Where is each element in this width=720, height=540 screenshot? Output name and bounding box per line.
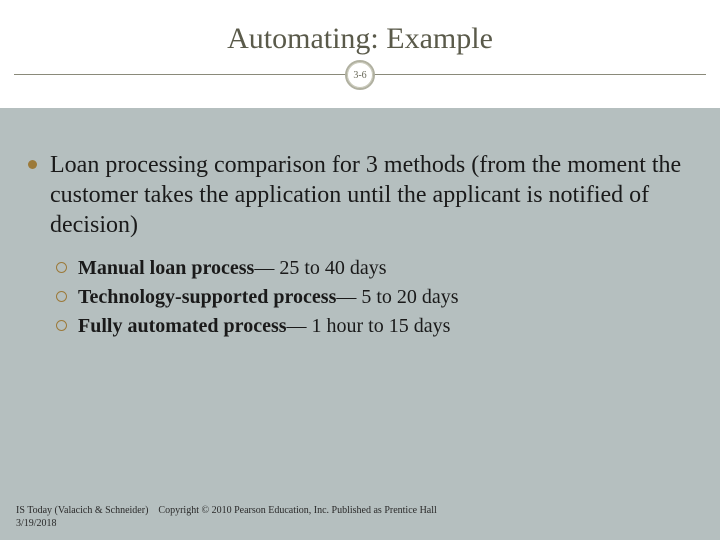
slide: Automating: Example 3-6 Loan processing … bbox=[0, 0, 720, 540]
bullet-dot-icon bbox=[28, 160, 37, 169]
sub-item-rest: — 1 hour to 15 days bbox=[287, 315, 451, 337]
list-item: Manual loan process— 25 to 40 days bbox=[56, 254, 694, 283]
footer-source: IS Today (Valacich & Schneider) bbox=[16, 505, 148, 516]
footer: IS Today (Valacich & Schneider) Copyrigh… bbox=[16, 505, 437, 530]
footer-copyright: Copyright © 2010 Pearson Education, Inc.… bbox=[158, 505, 436, 516]
circle-bullet-icon bbox=[56, 320, 67, 331]
list-item: Technology-supported process— 5 to 20 da… bbox=[56, 283, 694, 312]
sub-item-rest: — 25 to 40 days bbox=[254, 257, 386, 279]
main-bullet-text: Loan processing comparison for 3 methods… bbox=[50, 152, 681, 238]
sub-item-bold: Technology-supported process bbox=[78, 286, 336, 308]
main-bullet: Loan processing comparison for 3 methods… bbox=[26, 150, 694, 240]
sub-item-bold: Manual loan process bbox=[78, 257, 254, 279]
sub-list: Manual loan process— 25 to 40 days Techn… bbox=[26, 254, 694, 341]
slide-number: 3-6 bbox=[347, 62, 373, 88]
sub-item-bold: Fully automated process bbox=[78, 315, 287, 337]
content-area: Loan processing comparison for 3 methods… bbox=[26, 150, 694, 341]
sub-item-rest: — 5 to 20 days bbox=[336, 286, 458, 308]
circle-bullet-icon bbox=[56, 262, 67, 273]
circle-bullet-icon bbox=[56, 291, 67, 302]
list-item: Fully automated process— 1 hour to 15 da… bbox=[56, 312, 694, 341]
header-area: Automating: Example 3-6 bbox=[0, 0, 720, 108]
slide-title: Automating: Example bbox=[0, 22, 720, 56]
slide-number-badge: 3-6 bbox=[345, 60, 375, 90]
footer-date: 3/19/2018 bbox=[16, 518, 57, 529]
